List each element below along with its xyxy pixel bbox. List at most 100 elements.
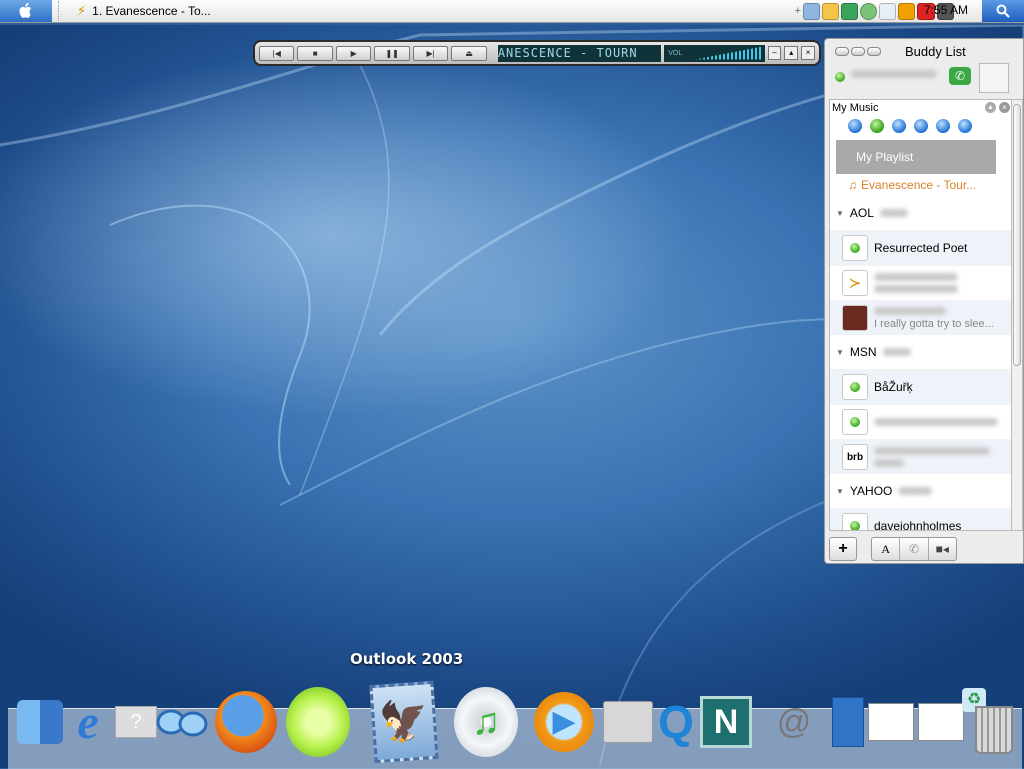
my-buddy-icon[interactable] — [979, 63, 1009, 93]
scroll-thumb[interactable] — [1013, 104, 1021, 366]
lime-icon[interactable] — [286, 687, 350, 757]
my-playlist-label: My Playlist — [856, 150, 914, 164]
minimize-window-button[interactable] — [851, 47, 865, 56]
buddy-name — [874, 418, 998, 426]
minimized-windows-icon[interactable] — [866, 690, 966, 754]
buddy-away-message: I really gotta try to slee... — [874, 317, 994, 330]
music-controls — [830, 116, 1012, 136]
my-playlist-header[interactable]: My Playlist — [836, 140, 996, 174]
buddy-row[interactable]: brb — [830, 439, 1012, 474]
apple-menu-button[interactable] — [0, 0, 52, 22]
disclosure-triangle-icon: ▼ — [836, 347, 844, 357]
napster-icon[interactable]: N — [694, 690, 758, 754]
buddy-avatar — [842, 513, 868, 530]
buddy-row[interactable]: davejohnholmes — [830, 508, 1012, 531]
zoom-window-button[interactable] — [867, 47, 881, 56]
apple-logo-icon — [19, 2, 32, 18]
buddy-row[interactable]: I really gotta try to slee... — [830, 300, 1012, 335]
trash-icon[interactable] — [962, 690, 1024, 754]
my-music-header: My Music ▲ × — [830, 100, 1012, 116]
track-display: ANESCENCE - TOURN — [497, 44, 662, 62]
dock-tooltip: Outlook 2003 — [350, 650, 464, 668]
group-count — [898, 487, 933, 495]
stop-button[interactable]: ■ — [297, 45, 333, 61]
music-next-icon[interactable] — [936, 119, 950, 133]
music-stop-icon[interactable] — [914, 119, 928, 133]
minimize-player-button[interactable]: – — [767, 46, 782, 60]
volume-slider[interactable]: VOL — [664, 44, 765, 62]
menubar-clock[interactable]: 7:55 AM — [924, 3, 968, 17]
video-camera-icon[interactable]: ■◂ — [929, 538, 956, 560]
phone-icon[interactable]: ✆ — [900, 538, 929, 560]
window-title: 1. Evanescence - To... — [92, 4, 211, 18]
script-icon[interactable] — [841, 2, 858, 20]
music-note-icon: ♫ — [848, 178, 857, 192]
buddy-row[interactable]: ≻ — [830, 265, 1012, 300]
next-track-button[interactable]: ▶| — [412, 45, 449, 61]
clock-icon[interactable] — [822, 2, 839, 20]
my-music-title: My Music — [832, 102, 879, 114]
buddy-name: BåŽuřķ — [874, 380, 913, 394]
buddy-photo-avatar — [842, 305, 868, 331]
shade-player-button[interactable]: ▴ — [784, 46, 799, 60]
buddy-list-title: Buddy List — [905, 44, 966, 59]
pause-button[interactable]: ❚❚ — [374, 45, 410, 61]
buddy-icon[interactable] — [860, 2, 877, 20]
spotlight-button[interactable] — [982, 0, 1024, 22]
group-count — [882, 348, 911, 356]
volume-label: VOL — [668, 49, 683, 57]
music-previous-icon[interactable] — [848, 119, 862, 133]
brb-icon: brb — [842, 444, 868, 470]
active-window-tab[interactable]: ⚡ 1. Evanescence - To... — [58, 1, 358, 21]
buddy-avatar — [842, 235, 868, 261]
group-count — [879, 209, 908, 217]
now-playing-label: Evanescence - Tour... — [861, 178, 977, 192]
buddy-row[interactable]: Resurrected Poet — [830, 230, 1012, 265]
buddy-row[interactable] — [830, 404, 1012, 439]
buddy-avatar — [842, 409, 868, 435]
messenger-icon[interactable] — [150, 690, 214, 754]
now-playing-item[interactable]: ♫ Evanescence - Tour... — [830, 174, 1012, 196]
menu-bar: ⚡ 1. Evanescence - To... + 7:55 AM — [0, 0, 1024, 23]
collapse-music-icon[interactable]: ▲ — [985, 102, 996, 113]
buddy-name: Resurrected Poet — [874, 241, 968, 255]
my-screen-name[interactable] — [851, 67, 937, 81]
buddy-info: I really gotta try to slee... — [874, 306, 994, 330]
pin-icon[interactable]: + — [795, 5, 801, 17]
outlook-icon[interactable]: 🦅 — [369, 680, 439, 764]
group-label: AOL — [849, 206, 874, 220]
network-icon[interactable] — [803, 2, 820, 20]
buddy-avatar — [842, 374, 868, 400]
disclosure-triangle-icon: ▼ — [836, 486, 844, 496]
close-window-button[interactable] — [835, 47, 849, 56]
buddy-row[interactable]: BåŽuřķ — [830, 369, 1012, 404]
close-music-icon[interactable]: × — [999, 102, 1010, 113]
font-icon[interactable]: A — [872, 538, 901, 560]
media-player-bar: |◀ ■ ▶ ❚❚ ▶| ⏏ ANESCENCE - TOURN VOL – ▴… — [253, 40, 821, 66]
play-button[interactable]: ▶ — [335, 45, 372, 61]
buddy-name — [874, 447, 990, 467]
add-buddy-button[interactable]: + — [829, 537, 857, 561]
eject-button[interactable]: ⏏ — [451, 45, 487, 61]
itunes-icon[interactable]: ♫ — [454, 687, 518, 757]
music-eject-icon[interactable] — [958, 119, 972, 133]
buddy-list-scrollbar[interactable] — [1011, 99, 1023, 531]
action-button-group: A ✆ ■◂ — [871, 537, 957, 561]
buddy-list-window: Buddy List ✆ My Music ▲ × My Playlist ♫ … — [824, 38, 1024, 564]
mail-icon[interactable] — [879, 2, 896, 20]
close-player-button[interactable]: × — [801, 46, 816, 60]
music-pause-icon[interactable] — [892, 119, 906, 133]
group-aol[interactable]: ▼ AOL — [830, 196, 1012, 230]
group-yahoo[interactable]: ▼ YAHOO — [830, 474, 1012, 508]
music-play-icon[interactable] — [870, 119, 884, 133]
phone-icon[interactable]: ✆ — [949, 67, 971, 85]
firefox-icon[interactable] — [214, 690, 278, 754]
winamp-icon[interactable] — [898, 2, 915, 20]
quicktime-player-icon[interactable]: ▶ — [532, 690, 596, 754]
my-status-indicator[interactable] — [835, 71, 845, 85]
group-msn[interactable]: ▼ MSN — [830, 335, 1012, 369]
buddy-name — [874, 273, 958, 293]
volume-level — [694, 46, 763, 60]
buddy-name: davejohnholmes — [874, 519, 962, 531]
previous-track-button[interactable]: |◀ — [259, 45, 295, 61]
